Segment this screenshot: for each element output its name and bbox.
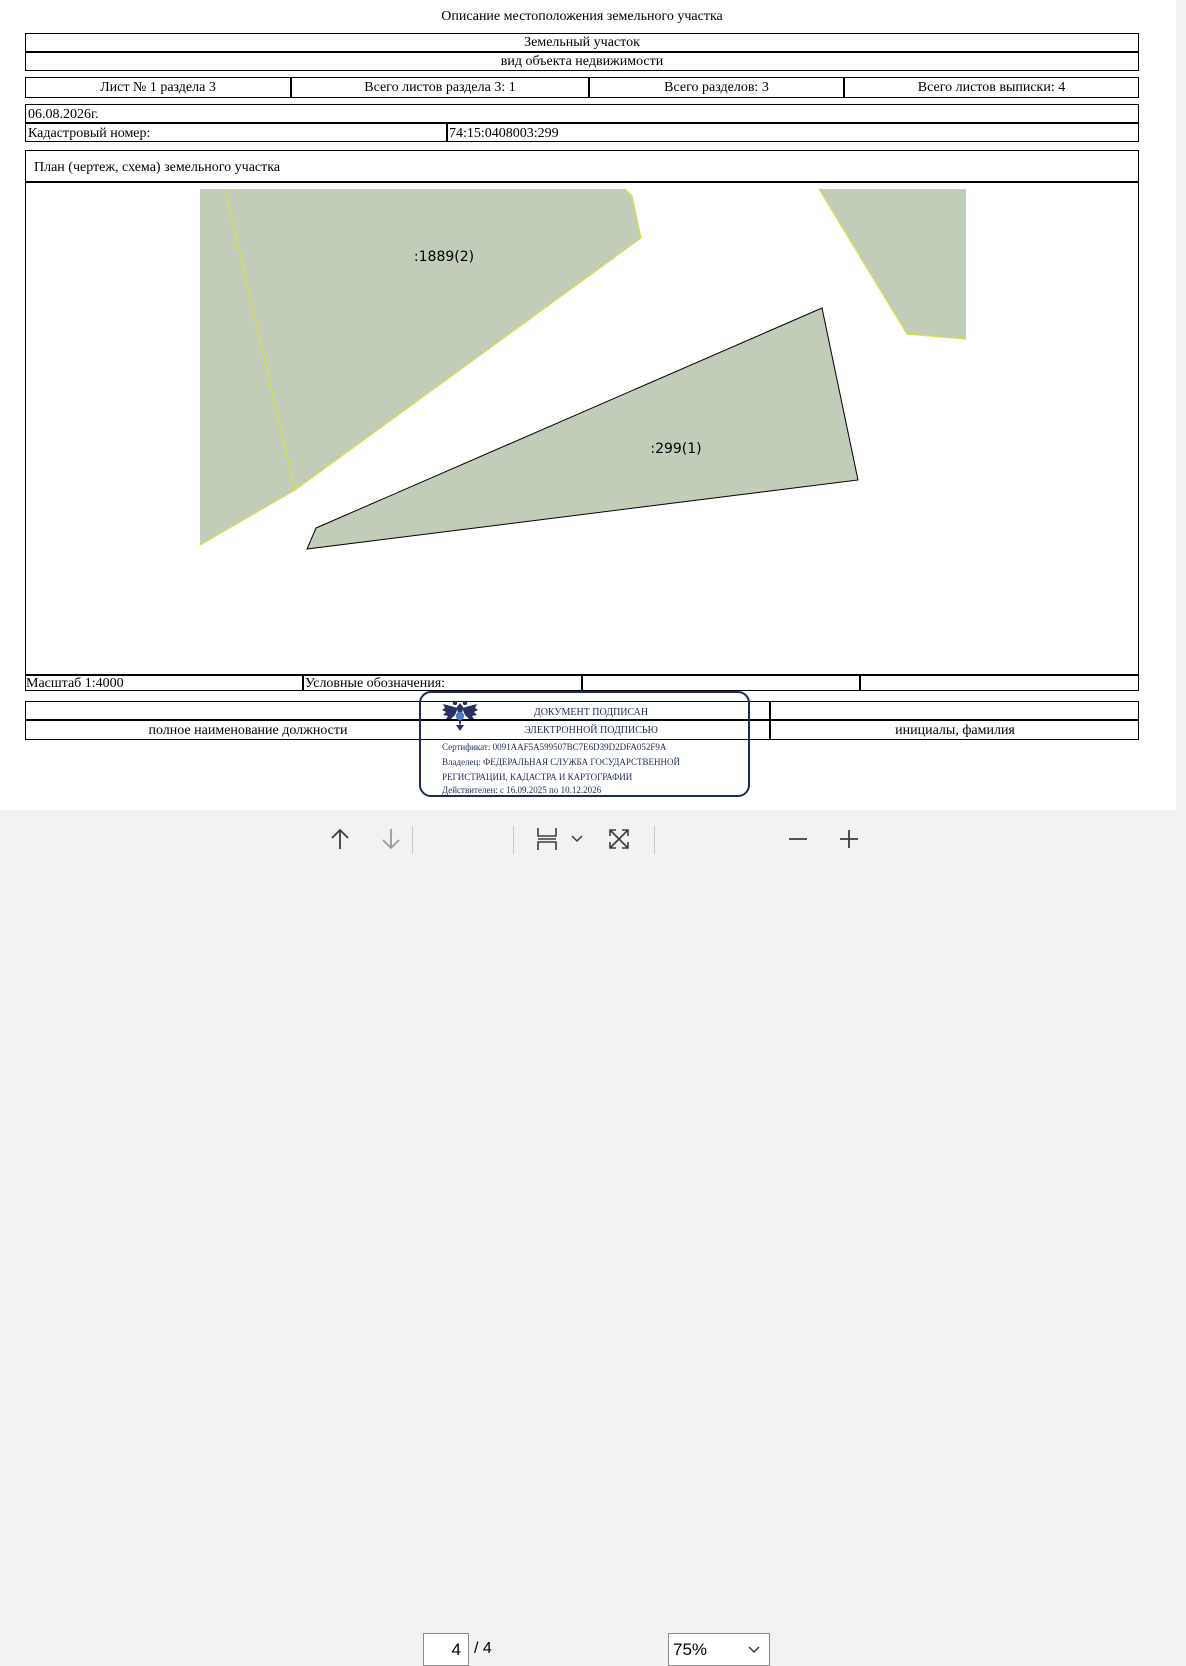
cadastral-label: Кадастровый номер:: [28, 126, 151, 141]
stamp-owner-line2: РЕГИСТРАЦИИ, КАДАСТРА И КАРТОГРАФИИ: [442, 772, 633, 782]
toolbar-separator: [513, 826, 514, 854]
legend-label: Условные обозначения:: [305, 676, 446, 691]
divider: [25, 122, 1139, 124]
arrow-up-icon[interactable]: [325, 824, 355, 854]
zoom-in-icon[interactable]: [834, 824, 864, 854]
pdf-toolbar: 4 / 4 75%: [0, 810, 1186, 1666]
divider: [446, 122, 448, 142]
divider: [302, 674, 304, 691]
document-title: Описание местоположения земельного участ…: [441, 9, 723, 24]
neighbor-parcel-right: [818, 188, 967, 340]
toolbar-separator: [412, 826, 413, 854]
pdf-page: Описание местоположения земельного участ…: [0, 0, 1176, 810]
zoom-out-icon[interactable]: [783, 824, 813, 854]
page-total: / 4: [474, 1640, 492, 1657]
sheets-in-section: Всего листов раздела 3: 1: [364, 80, 516, 95]
page-number-input[interactable]: 4: [423, 1633, 469, 1666]
fit-page-icon[interactable]: [532, 824, 562, 854]
eagle-emblem-icon: [442, 700, 478, 731]
sections-total: Всего разделов: 3: [664, 80, 769, 95]
zoom-select[interactable]: 75%: [668, 1633, 770, 1666]
parcel-label-neighbor: :1889(2): [414, 249, 474, 265]
divider: [859, 674, 861, 691]
stamp-valid: Действителен: с 16.09.2025 по 10.12.2026: [442, 785, 602, 795]
scale-label: Масштаб 1:4000: [26, 676, 124, 691]
toolbar-separator: [654, 826, 655, 854]
plan-drawing: :1889(2) :299(1): [199, 188, 967, 550]
fullscreen-icon[interactable]: [604, 824, 634, 854]
sheet-number: Лист № 1 раздела 3: [100, 80, 216, 95]
vertical-scrollbar[interactable]: [1176, 0, 1186, 810]
arrow-down-icon[interactable]: [376, 824, 406, 854]
stamp-owner-line1: Владелец: ФЕДЕРАЛЬНАЯ СЛУЖБА ГОСУДАРСТВЕ…: [442, 757, 681, 767]
zoom-value: 75%: [673, 1640, 708, 1659]
cadastral-number: 74:15:0408003:299: [449, 126, 559, 141]
divider: [581, 674, 583, 691]
zoom-dropdown-chevron-icon: [748, 1646, 760, 1654]
sheets-total: Всего листов выписки: 4: [917, 80, 1066, 95]
stamp-title-line2: ЭЛЕКТРОННОЙ ПОДПИСЬЮ: [524, 725, 658, 736]
object-type-caption: вид объекта недвижимости: [500, 54, 664, 69]
chevron-down-icon[interactable]: [563, 824, 591, 854]
object-type: Земельный участок: [524, 35, 640, 50]
stamp-certificate: Сертификат: 0091AAF5A599507BC7E6D39D2DFA…: [442, 742, 667, 752]
name-caption: инициалы, фамилия: [895, 723, 1015, 738]
e-signature-stamp: ДОКУМЕНТ ПОДПИСАН ЭЛЕКТРОННОЙ ПОДПИСЬЮ С…: [419, 691, 750, 797]
stamp-title-line1: ДОКУМЕНТ ПОДПИСАН: [533, 707, 649, 718]
parcel-label-main: :299(1): [650, 441, 701, 457]
plan-title: План (чертеж, схема) земельного участка: [34, 160, 281, 175]
document-date: 06.08.2026г.: [28, 107, 99, 122]
position-caption: полное наименование должности: [148, 723, 348, 738]
